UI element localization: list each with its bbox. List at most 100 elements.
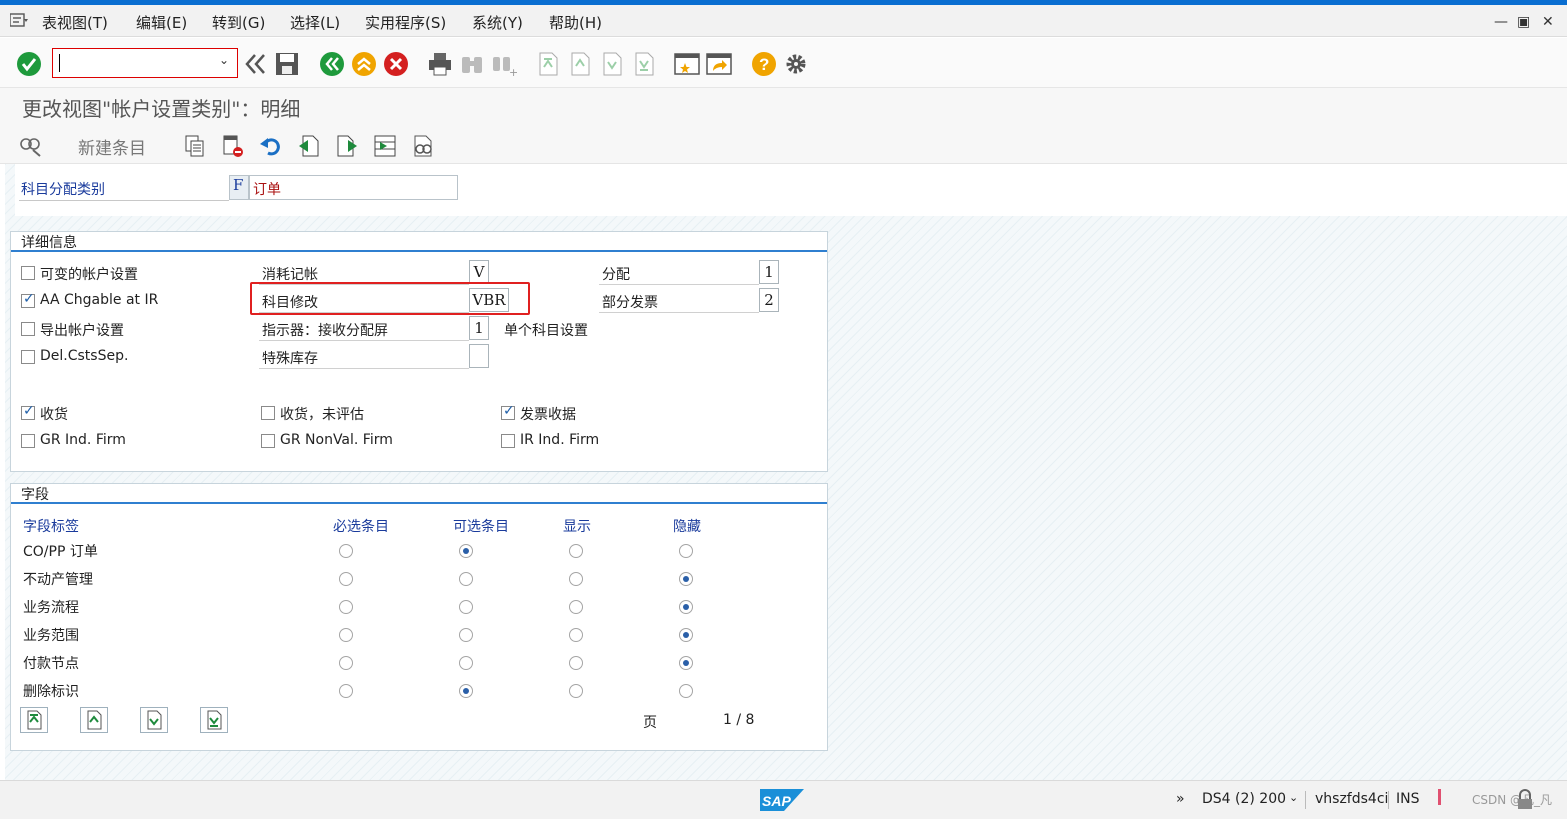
fields-group-header: 字段 bbox=[11, 484, 827, 504]
menu-toggle-icon[interactable] bbox=[10, 13, 28, 27]
create-session-icon[interactable] bbox=[674, 51, 700, 77]
column-hidden: 隐藏 bbox=[673, 519, 701, 535]
next-page-icon[interactable] bbox=[599, 51, 625, 77]
insert-mode[interactable]: INS bbox=[1396, 791, 1420, 807]
radio-optional[interactable] bbox=[459, 684, 473, 698]
last-page-button[interactable] bbox=[200, 707, 228, 733]
first-page-icon[interactable] bbox=[535, 51, 561, 77]
back-icon[interactable] bbox=[319, 51, 345, 77]
lock-icon[interactable] bbox=[1516, 789, 1534, 811]
find-icon[interactable] bbox=[459, 51, 485, 77]
status-bar: SAP » DS4 (2) 200 ⌄ vhszfds4ci INS CSDN … bbox=[0, 780, 1567, 819]
variable-account-assignment-label: 可变的帐户设置 bbox=[40, 267, 138, 283]
gr-non-valuated-checkbox[interactable] bbox=[261, 406, 275, 420]
new-entries-button[interactable]: 新建条目 bbox=[78, 134, 146, 159]
help-icon[interactable]: ? bbox=[751, 51, 777, 77]
radio-optional[interactable] bbox=[459, 628, 473, 642]
menu-help[interactable]: 帮助(H) bbox=[549, 12, 602, 33]
radio-display[interactable] bbox=[569, 628, 583, 642]
delete-icon[interactable] bbox=[221, 134, 245, 158]
variable-account-assignment-checkbox[interactable] bbox=[21, 266, 35, 280]
menu-selection[interactable]: 选择(L) bbox=[290, 12, 340, 33]
aa-chgable-at-ir-checkbox[interactable] bbox=[21, 291, 35, 308]
radio-required[interactable] bbox=[339, 656, 353, 670]
distribution-field[interactable]: 1 bbox=[759, 260, 779, 284]
radio-optional[interactable] bbox=[459, 600, 473, 614]
last-page-icon[interactable] bbox=[631, 51, 657, 77]
radio-display[interactable] bbox=[569, 656, 583, 670]
gr-ind-firm-checkbox[interactable] bbox=[21, 434, 35, 448]
radio-hidden[interactable] bbox=[679, 656, 693, 670]
command-field[interactable]: ⌄ bbox=[52, 48, 238, 78]
radio-display[interactable] bbox=[569, 572, 583, 586]
account-category-code-field[interactable]: F bbox=[229, 175, 249, 200]
radio-required[interactable] bbox=[339, 600, 353, 614]
next-entry-icon[interactable] bbox=[335, 134, 359, 158]
variable-list-icon[interactable] bbox=[373, 134, 397, 158]
title-bar: 更改视图"帐户设置类别"：明细 bbox=[0, 88, 1567, 124]
menu-utilities[interactable]: 实用程序(S) bbox=[365, 12, 446, 33]
expand-status-button[interactable]: » bbox=[1176, 791, 1185, 807]
gr-nonval-firm-checkbox[interactable] bbox=[261, 434, 275, 448]
acct-assignment-screen-field[interactable]: 1 bbox=[469, 316, 489, 340]
radio-optional[interactable] bbox=[459, 544, 473, 558]
cancel-icon[interactable] bbox=[383, 51, 409, 77]
shortcut-icon[interactable] bbox=[706, 51, 732, 77]
first-page-button[interactable] bbox=[20, 707, 48, 733]
radio-display[interactable] bbox=[569, 600, 583, 614]
radio-hidden[interactable] bbox=[679, 684, 693, 698]
radio-required[interactable] bbox=[339, 544, 353, 558]
copy-icon[interactable] bbox=[183, 134, 207, 158]
previous-page-button[interactable] bbox=[80, 707, 108, 733]
menu-system[interactable]: 系统(Y) bbox=[472, 12, 523, 33]
radio-required[interactable] bbox=[339, 572, 353, 586]
radio-hidden[interactable] bbox=[679, 544, 693, 558]
special-stock-field[interactable] bbox=[469, 344, 489, 368]
save-icon[interactable] bbox=[274, 51, 300, 77]
field-row-label: 业务流程 bbox=[23, 600, 79, 616]
next-page-button[interactable] bbox=[140, 707, 168, 733]
menu-edit[interactable]: 编辑(E) bbox=[136, 12, 187, 33]
radio-optional[interactable] bbox=[459, 656, 473, 670]
display-change-icon[interactable] bbox=[18, 134, 42, 158]
menu-table-view[interactable]: 表视图(T) bbox=[42, 12, 108, 33]
radio-display[interactable] bbox=[569, 544, 583, 558]
first-page-icon bbox=[27, 710, 42, 730]
system-info[interactable]: DS4 (2) 200 bbox=[1202, 791, 1286, 807]
radio-hidden[interactable] bbox=[679, 600, 693, 614]
column-required: 必选条目 bbox=[333, 519, 389, 535]
chevron-down-icon[interactable]: ⌄ bbox=[219, 53, 229, 67]
menu-goto[interactable]: 转到(G) bbox=[212, 12, 265, 33]
partial-invoice-field[interactable]: 2 bbox=[759, 288, 779, 312]
print-list-icon[interactable] bbox=[411, 134, 435, 158]
exit-icon[interactable] bbox=[351, 51, 377, 77]
radio-display[interactable] bbox=[569, 684, 583, 698]
enter-icon[interactable] bbox=[16, 51, 42, 77]
single-account-setting-label: 单个科目设置 bbox=[504, 323, 588, 339]
consumption-posting-field[interactable]: V bbox=[469, 260, 489, 284]
field-row-label: CO/PP 订单 bbox=[23, 544, 98, 560]
goods-receipt-checkbox[interactable] bbox=[21, 403, 35, 420]
system-dropdown-icon[interactable]: ⌄ bbox=[1289, 791, 1298, 804]
previous-page-icon[interactable] bbox=[567, 51, 593, 77]
derive-account-assignment-checkbox[interactable] bbox=[21, 322, 35, 336]
radio-optional[interactable] bbox=[459, 572, 473, 586]
ir-ind-firm-checkbox[interactable] bbox=[501, 434, 515, 448]
close-window-button[interactable]: ✕ bbox=[1542, 14, 1554, 30]
undo-icon[interactable] bbox=[259, 134, 283, 158]
radio-hidden[interactable] bbox=[679, 572, 693, 586]
previous-entry-icon[interactable] bbox=[297, 134, 321, 158]
del-csts-sep-checkbox[interactable] bbox=[21, 350, 35, 364]
standard-toolbar: ⌄ + ? bbox=[0, 38, 1567, 88]
radio-required[interactable] bbox=[339, 628, 353, 642]
radio-hidden[interactable] bbox=[679, 628, 693, 642]
minimize-button[interactable]: — bbox=[1494, 14, 1508, 30]
aa-chgable-at-ir-label: AA Chgable at IR bbox=[40, 292, 159, 308]
find-next-icon[interactable]: + bbox=[491, 51, 517, 77]
back-double-icon[interactable] bbox=[243, 51, 269, 77]
radio-required[interactable] bbox=[339, 684, 353, 698]
print-icon[interactable] bbox=[427, 51, 453, 77]
invoice-receipt-checkbox[interactable] bbox=[501, 403, 515, 420]
maximize-button[interactable]: ▣ bbox=[1517, 14, 1530, 30]
settings-icon[interactable] bbox=[783, 51, 809, 77]
